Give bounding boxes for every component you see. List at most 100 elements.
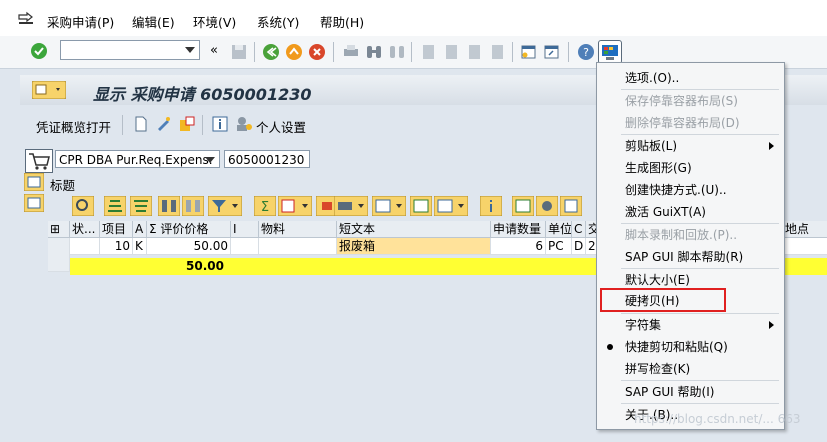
document-type-value: CPR DBA Pur.Req.Expens.: [59, 153, 213, 167]
cell-a[interactable]: K: [133, 238, 147, 255]
col-header-qty[interactable]: 申请数量: [491, 221, 546, 238]
cell-unit[interactable]: PC: [546, 238, 572, 255]
find-next-icon[interactable]: [388, 43, 406, 61]
settings-icon[interactable]: [536, 196, 558, 216]
menu-item-character-set[interactable]: 字符集: [597, 314, 784, 336]
menu-help[interactable]: 帮助(H): [320, 12, 364, 31]
personal-settings-icon[interactable]: [235, 115, 253, 133]
layout-icon[interactable]: [434, 196, 468, 216]
col-header-material[interactable]: 物料: [259, 221, 337, 238]
svg-text:?: ?: [583, 46, 589, 59]
document-overview-button[interactable]: 凭证概览打开: [36, 117, 111, 136]
personal-settings-button[interactable]: 个人设置: [256, 117, 306, 136]
shortcut-icon[interactable]: [543, 43, 561, 61]
cart-icon[interactable]: [25, 149, 53, 173]
save-icon[interactable]: [230, 43, 248, 61]
page-title: 显示 采购申请 6050001230: [93, 85, 312, 104]
sap-menu-icon[interactable]: [18, 11, 34, 25]
new-session-icon[interactable]: [520, 43, 538, 61]
col-header-a[interactable]: A: [133, 221, 147, 238]
menu-item-script-help[interactable]: SAP GUI 脚本帮助(R): [597, 246, 784, 268]
create-icon[interactable]: [132, 115, 150, 133]
sum-icon[interactable]: Σ: [254, 196, 276, 216]
previous-page-icon[interactable]: [443, 43, 461, 61]
col-header-i[interactable]: I: [231, 221, 259, 238]
print-icon[interactable]: [342, 43, 360, 61]
details-icon[interactable]: [72, 196, 94, 216]
menu-item-quick-cut-paste[interactable]: 快捷剪切和粘贴(Q): [597, 336, 784, 358]
checked-bullet-icon: [607, 344, 613, 350]
cell-item[interactable]: 10: [100, 238, 133, 255]
menu-purchase-req[interactable]: 采购申请(P): [47, 12, 114, 31]
customize-layout-icon[interactable]: [598, 40, 622, 64]
expand-items-icon[interactable]: [24, 194, 44, 212]
exit-icon[interactable]: [285, 43, 303, 61]
cell-price[interactable]: 50.00: [147, 238, 231, 255]
menu-item-activate-guixt[interactable]: 激活 GuiXT(A): [597, 201, 784, 223]
check-icon[interactable]: [512, 196, 534, 216]
col-header-c[interactable]: C: [572, 221, 586, 238]
select-all-icon[interactable]: ⊞: [48, 221, 70, 238]
change-icon[interactable]: [155, 115, 173, 133]
cell-qty[interactable]: 6: [491, 238, 546, 255]
menu-item-options[interactable]: 选项.(O)..: [597, 67, 784, 89]
find-icon[interactable]: [365, 43, 383, 61]
cell-status[interactable]: [70, 238, 100, 255]
menu-environment[interactable]: 环境(V): [193, 12, 236, 31]
chevron-down-icon[interactable]: [205, 157, 215, 163]
menu-bar: 采购申请(P) 编辑(E) 环境(V) 系统(Y) 帮助(H): [0, 0, 827, 36]
next-page-icon[interactable]: [466, 43, 484, 61]
menu-item-script-recording: 脚本录制和回放.(P)..: [625, 228, 738, 242]
collapse-icon[interactable]: «: [210, 43, 218, 58]
header-label[interactable]: 标题: [50, 175, 75, 194]
sort-ascending-icon[interactable]: [104, 196, 126, 216]
col-header-status[interactable]: 状...: [70, 221, 100, 238]
menu-item-sap-gui-help[interactable]: SAP GUI 帮助(I): [597, 381, 784, 403]
expand-header-icon[interactable]: [24, 173, 44, 191]
menu-item-spell-check[interactable]: 拼写检查(K): [597, 358, 784, 380]
document-type-select[interactable]: CPR DBA Pur.Req.Expens.: [55, 150, 220, 168]
col-header-unit[interactable]: 单位: [546, 221, 572, 238]
info-icon[interactable]: [480, 196, 502, 216]
cell-c[interactable]: D: [572, 238, 586, 255]
info-icon[interactable]: [211, 115, 229, 133]
find-icon[interactable]: [158, 196, 180, 216]
first-page-icon[interactable]: [420, 43, 438, 61]
chevron-down-icon[interactable]: [185, 47, 195, 53]
subtotal-icon[interactable]: [278, 196, 312, 216]
sort-descending-icon[interactable]: [130, 196, 152, 216]
menu-item-generate-graphic[interactable]: 生成图形(G): [597, 157, 784, 179]
chevron-right-icon: [769, 321, 774, 329]
filter-icon[interactable]: [208, 196, 242, 216]
views-icon[interactable]: [372, 196, 406, 216]
menu-item-character-set-label: 字符集: [625, 318, 662, 332]
menu-item-clipboard[interactable]: 剪贴板(L): [597, 135, 784, 157]
document-number-field[interactable]: 6050001230: [224, 150, 310, 168]
menu-item-clipboard-label: 剪贴板(L): [625, 139, 678, 153]
row-selector[interactable]: [48, 238, 70, 272]
cell-material[interactable]: [259, 238, 337, 255]
col-header-plant[interactable]: 地点: [783, 221, 827, 238]
export-icon[interactable]: [410, 196, 432, 216]
enter-icon[interactable]: [30, 42, 48, 60]
cancel-icon[interactable]: [308, 43, 326, 61]
cell-short-text[interactable]: 报废箱: [337, 238, 491, 255]
command-field[interactable]: [60, 40, 200, 60]
other-document-icon[interactable]: [178, 115, 196, 133]
col-header-short-text[interactable]: 短文本: [337, 221, 491, 238]
last-page-icon[interactable]: [489, 43, 507, 61]
back-icon[interactable]: [262, 43, 280, 61]
copy-icon[interactable]: [560, 196, 582, 216]
menu-system[interactable]: 系统(Y): [257, 12, 299, 31]
menu-edit[interactable]: 编辑(E): [132, 12, 175, 31]
menu-item-quick-cut-paste-label: 快捷剪切和粘贴(Q): [625, 340, 728, 354]
find-next-icon[interactable]: [182, 196, 204, 216]
svg-text:Σ: Σ: [261, 200, 269, 215]
menu-item-create-shortcut[interactable]: 创建快捷方式.(U)..: [597, 179, 784, 201]
col-header-price[interactable]: Σ 评价价格: [147, 221, 231, 238]
print-preview-icon[interactable]: [334, 196, 368, 216]
cell-i[interactable]: [231, 238, 259, 255]
help-icon[interactable]: ?: [577, 43, 595, 61]
layout-menu-icon[interactable]: [32, 81, 66, 99]
col-header-item[interactable]: 项目: [100, 221, 133, 238]
